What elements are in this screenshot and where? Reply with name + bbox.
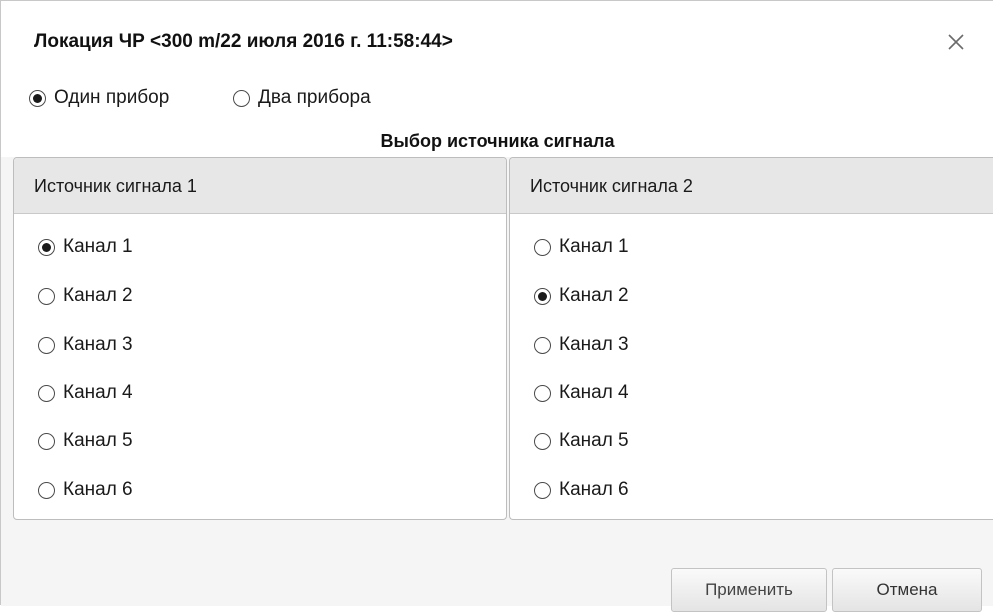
- source2-channel-1[interactable]: Канал 1: [534, 236, 629, 258]
- channel-label: Канал 5: [63, 430, 133, 451]
- source1-channel-6[interactable]: Канал 6: [38, 479, 133, 501]
- radio-button[interactable]: [534, 481, 551, 499]
- signal-source-1-panel: Источник сигнала 1 Канал 1 Канал 2 Канал…: [13, 157, 507, 520]
- radio-button[interactable]: [534, 336, 551, 354]
- radio-button[interactable]: [29, 89, 46, 107]
- source1-channel-3[interactable]: Канал 3: [38, 334, 133, 356]
- radio-button[interactable]: [38, 287, 55, 305]
- dialog-titlebar: Локация ЧР <300 m/22 июля 2016 г. 11:58:…: [1, 1, 993, 71]
- radio-two-devices[interactable]: Два прибора: [233, 87, 371, 109]
- source1-channel-1[interactable]: Канал 1: [38, 236, 133, 258]
- radio-button[interactable]: [534, 287, 551, 305]
- channel-label: Канал 1: [559, 236, 629, 257]
- section-title: Выбор источника сигнала: [1, 127, 993, 157]
- location-dialog: Локация ЧР <300 m/22 июля 2016 г. 11:58:…: [0, 0, 993, 612]
- radio-button[interactable]: [38, 384, 55, 402]
- close-button[interactable]: [941, 27, 971, 57]
- radio-one-device[interactable]: Один прибор: [29, 87, 169, 109]
- dialog-title: Локация ЧР <300 m/22 июля 2016 г. 11:58:…: [34, 31, 453, 52]
- source2-channel-6[interactable]: Канал 6: [534, 479, 629, 501]
- source2-channel-4[interactable]: Канал 4: [534, 382, 629, 404]
- radio-button[interactable]: [38, 481, 55, 499]
- radio-label: Два прибора: [258, 87, 371, 108]
- panel-header: Источник сигнала 2: [510, 158, 993, 214]
- channel-label: Канал 3: [63, 334, 133, 355]
- channel-label: Канал 4: [559, 382, 629, 403]
- source2-channel-2[interactable]: Канал 2: [534, 285, 629, 307]
- signal-source-2-panel: Источник сигнала 2 Канал 1 Канал 2 Канал…: [509, 157, 993, 520]
- radio-button[interactable]: [534, 238, 551, 256]
- source1-channel-5[interactable]: Канал 5: [38, 430, 133, 452]
- source2-channel-3[interactable]: Канал 3: [534, 334, 629, 356]
- close-icon: [948, 34, 964, 50]
- source1-channel-2[interactable]: Канал 2: [38, 285, 133, 307]
- radio-button[interactable]: [38, 336, 55, 354]
- source1-channel-4[interactable]: Канал 4: [38, 382, 133, 404]
- channel-label: Канал 3: [559, 334, 629, 355]
- channel-label: Канал 2: [63, 285, 133, 306]
- source2-channel-5[interactable]: Канал 5: [534, 430, 629, 452]
- radio-button[interactable]: [38, 238, 55, 256]
- channel-label: Канал 6: [63, 479, 133, 500]
- radio-button[interactable]: [534, 384, 551, 402]
- dialog-footer: Применить Отмена: [1, 520, 993, 612]
- radio-button[interactable]: [38, 432, 55, 450]
- radio-button[interactable]: [534, 432, 551, 450]
- radio-button[interactable]: [233, 89, 250, 107]
- panel-header: Источник сигнала 1: [14, 158, 506, 214]
- channel-label: Канал 1: [63, 236, 133, 257]
- channel-label: Канал 4: [63, 382, 133, 403]
- apply-button[interactable]: Применить: [671, 568, 827, 612]
- signal-source-panels: Источник сигнала 1 Канал 1 Канал 2 Канал…: [13, 157, 993, 520]
- radio-label: Один прибор: [54, 87, 170, 108]
- channel-label: Канал 2: [559, 285, 629, 306]
- channel-label: Канал 5: [559, 430, 629, 451]
- channel-label: Канал 6: [559, 479, 629, 500]
- device-mode-group: Один прибор Два прибора: [1, 71, 993, 127]
- cancel-button[interactable]: Отмена: [832, 568, 982, 612]
